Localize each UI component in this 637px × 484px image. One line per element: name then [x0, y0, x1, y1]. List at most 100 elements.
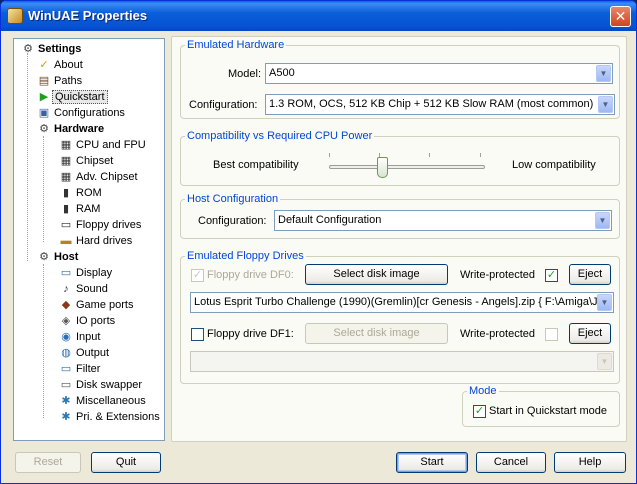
window-title: WinUAE Properties — [28, 8, 148, 23]
tree-item-game-ports[interactable]: ◆ Game ports — [58, 298, 135, 314]
tree-item-label: CPU and FPU — [76, 139, 146, 151]
tree-item-quickstart[interactable]: ▶ Quickstart — [36, 90, 108, 106]
chevron-down-icon[interactable]: ▼ — [597, 353, 612, 370]
settings-tree[interactable]: ⚙ Settings ✓ About ▤ Paths ▶ Quickstart ▣ Configu… — [13, 38, 165, 441]
df0-select-disk-button[interactable]: Select disk image — [305, 264, 448, 285]
tree-item-host[interactable]: ⚙ Host — [36, 250, 80, 266]
hardware-config-label: Configuration: — [189, 99, 258, 111]
tree-item-label: About — [54, 59, 83, 71]
ram-icon: ▮ — [62, 203, 70, 215]
tree-item-sound[interactable]: ♪ Sound — [58, 282, 110, 298]
tree-item-input[interactable]: ◉ Input — [58, 330, 102, 346]
close-icon: ✕ — [614, 8, 627, 24]
quickstart-mode-checkbox[interactable]: ✓ — [473, 405, 486, 418]
window-client: ⚙ Settings ✓ About ▤ Paths ▶ Quickstart ▣ Configu… — [5, 31, 634, 481]
gameport-icon: ◆ — [61, 299, 71, 311]
best-compatibility-label: Best compatibility — [213, 159, 299, 171]
tree-item-label: Hardware — [54, 123, 105, 135]
hardware-config-value: 1.3 ROM, OCS, 512 KB Chip + 512 KB Slow … — [269, 98, 594, 110]
cpu-icon: ▦ — [60, 139, 72, 151]
tree-item-hard-drives[interactable]: ▬ Hard drives — [58, 234, 134, 250]
tree-item-label: Adv. Chipset — [76, 171, 138, 183]
tree-item-label: Quickstart — [52, 90, 108, 104]
chevron-down-icon[interactable]: ▼ — [597, 294, 612, 311]
host-config-select[interactable]: Default Configuration ▼ — [274, 210, 612, 231]
tree-item-ram[interactable]: ▮ RAM — [58, 202, 102, 218]
quickstart-icon: ▶ — [39, 91, 49, 103]
tree-item-adv-chipset[interactable]: ▦ Adv. Chipset — [58, 170, 140, 186]
slider-tick — [429, 153, 430, 157]
tree-item-filter[interactable]: ▭ Filter — [58, 362, 102, 378]
tree-item-label: Chipset — [76, 155, 114, 167]
tree-item-label: Sound — [76, 283, 108, 295]
df1-write-protected-checkbox[interactable] — [545, 328, 558, 341]
rom-icon: ▮ — [62, 187, 70, 199]
tree-item-output[interactable]: ◍ Output — [58, 346, 111, 362]
tree-item-miscellaneous[interactable]: ✱ Miscellaneous — [58, 394, 148, 410]
chevron-down-icon[interactable]: ▼ — [598, 96, 613, 113]
start-button[interactable]: Start — [396, 452, 468, 473]
tree-item-paths[interactable]: ▤ Paths — [36, 74, 84, 90]
ioports-icon: ◈ — [61, 315, 71, 327]
tree-item-label: RAM — [76, 203, 101, 215]
tree-item-label: Hard drives — [76, 235, 133, 247]
df0-enable-checkbox[interactable]: ✓ — [191, 269, 204, 282]
df1-disk-image-select[interactable]: ▼ — [190, 351, 614, 372]
df0-disk-image-value: Lotus Esprit Turbo Challenge (1990)(Grem… — [194, 296, 598, 308]
reset-button[interactable]: Reset — [15, 452, 81, 473]
tree-item-label: Game ports — [76, 299, 134, 311]
df1-select-disk-button[interactable]: Select disk image — [305, 323, 448, 344]
df0-write-protected-label: Write-protected — [460, 269, 535, 281]
quickstart-panel: Emulated Hardware Model: A500 ▼ Configur… — [171, 36, 627, 442]
compatibility-slider-thumb[interactable] — [376, 157, 388, 178]
compatibility-slider-track[interactable] — [329, 165, 485, 169]
tree-item-settings[interactable]: ⚙ Settings — [20, 42, 83, 58]
tree-item-pri-extensions[interactable]: ✱ Pri. & Extensions — [58, 410, 162, 426]
tree-item-label: IO ports — [76, 315, 116, 327]
chevron-down-icon[interactable]: ▼ — [595, 212, 610, 229]
tree-item-chipset[interactable]: ▦ Chipset — [58, 154, 115, 170]
close-button[interactable]: ✕ — [610, 6, 631, 27]
df1-enable-checkbox[interactable] — [191, 328, 204, 341]
low-compatibility-label: Low compatibility — [512, 159, 596, 171]
host-config-label: Configuration: — [198, 215, 267, 227]
tree-guide-line — [43, 136, 44, 242]
tree-item-label: Settings — [38, 43, 82, 55]
winuae-properties-window: WinUAE Properties ✕ ⚙ Settings ✓ About ▤ Path… — [0, 0, 637, 484]
df0-eject-button[interactable]: Eject — [569, 264, 611, 285]
tree-item-display[interactable]: ▭ Display — [58, 266, 114, 282]
title-bar[interactable]: WinUAE Properties ✕ — [1, 1, 636, 31]
quickstart-mode-label: Start in Quickstart mode — [489, 405, 607, 417]
tree-item-hardware[interactable]: ⚙ Hardware — [36, 122, 106, 138]
tree-guide-line — [27, 53, 28, 261]
df1-eject-button[interactable]: Eject — [569, 323, 611, 344]
hardware-config-select[interactable]: 1.3 ROM, OCS, 512 KB Chip + 512 KB Slow … — [265, 94, 615, 115]
chevron-down-icon[interactable]: ▼ — [596, 65, 611, 82]
tree-item-about[interactable]: ✓ About — [36, 58, 85, 74]
tree-item-floppy-drives[interactable]: ▭ Floppy drives — [58, 218, 143, 234]
extensions-icon: ✱ — [61, 411, 71, 423]
tree-item-rom[interactable]: ▮ ROM — [58, 186, 104, 202]
cancel-button[interactable]: Cancel — [476, 452, 546, 473]
slider-tick — [329, 153, 330, 157]
tree-item-io-ports[interactable]: ◈ IO ports — [58, 314, 117, 330]
adv-chipset-icon: ▦ — [60, 171, 72, 183]
tree-item-cpu-and-fpu[interactable]: ▦ CPU and FPU — [58, 138, 148, 154]
tree-item-configurations[interactable]: ▣ Configurations — [36, 106, 127, 122]
df1-label: Floppy drive DF1: — [207, 328, 294, 340]
misc-icon: ✱ — [61, 395, 71, 407]
mode-legend: Mode — [469, 385, 497, 397]
sound-icon: ♪ — [63, 283, 69, 295]
help-button[interactable]: Help — [554, 452, 626, 473]
host-configuration-legend: Host Configuration — [187, 193, 279, 205]
tree-item-label: ROM — [76, 187, 102, 199]
df0-disk-image-select[interactable]: Lotus Esprit Turbo Challenge (1990)(Grem… — [190, 292, 614, 313]
df0-write-protected-checkbox[interactable]: ✓ — [545, 269, 558, 282]
filter-icon: ▭ — [60, 363, 72, 375]
settings-icon: ⚙ — [23, 43, 33, 55]
model-select[interactable]: A500 ▼ — [265, 63, 613, 84]
tree-item-disk-swapper[interactable]: ▭ Disk swapper — [58, 378, 144, 394]
tree-guide-line — [43, 264, 44, 418]
display-icon: ▭ — [60, 267, 72, 279]
quit-button[interactable]: Quit — [91, 452, 161, 473]
